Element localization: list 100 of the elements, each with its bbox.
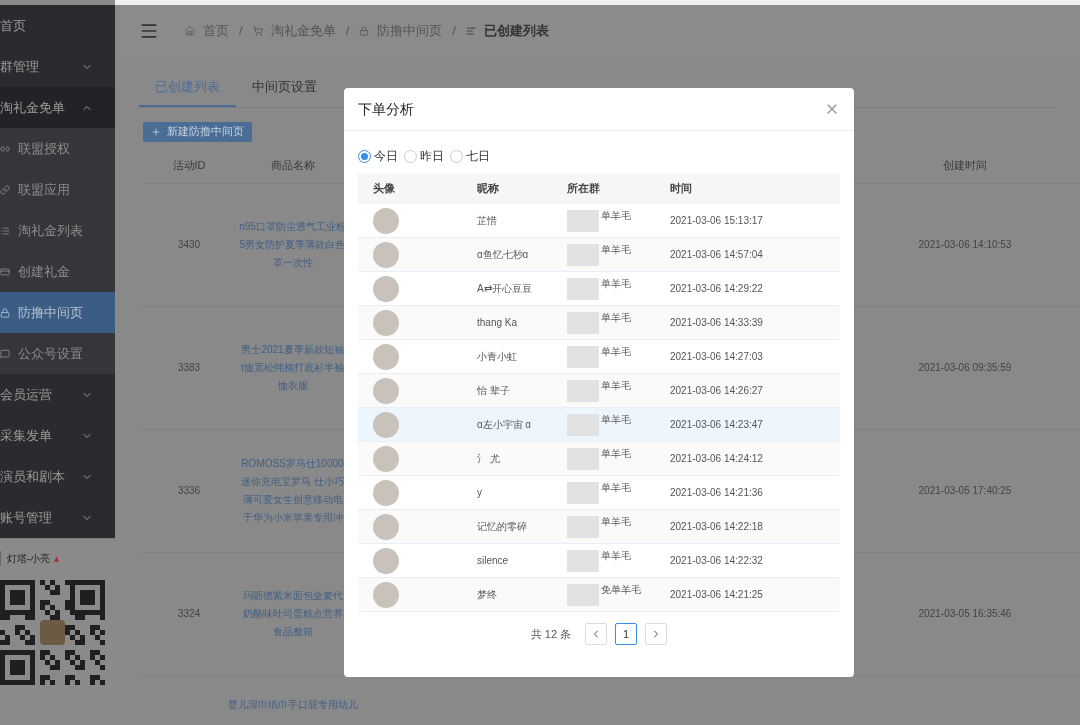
- breadcrumb-separator: /: [344, 22, 351, 41]
- menu-icon[interactable]: [139, 21, 159, 41]
- menu-item-icon: [0, 348, 10, 359]
- product-link[interactable]: ROMOSS罗马仕10000 迷你充电宝罗马 仕小巧 薄可爱女生创意移动电 于华为小米苹果专用冲: [241, 454, 344, 527]
- nickname-text: thang Ka: [477, 317, 518, 328]
- range-radio[interactable]: 七日: [450, 147, 490, 165]
- avatar-placeholder: [373, 377, 399, 404]
- blurred-text: [567, 447, 599, 470]
- dialog-title: 下单分析: [358, 99, 414, 119]
- avatar-placeholder: [373, 445, 399, 472]
- column-header: 昵称: [476, 181, 500, 197]
- blurred-text: [567, 549, 599, 572]
- avatar-placeholder: [373, 309, 399, 336]
- nickname-text: 氵 尤: [477, 453, 500, 464]
- group-name: 单羊毛: [601, 447, 631, 461]
- blurred-text: [567, 243, 599, 266]
- group-name: 单羊毛: [601, 549, 631, 563]
- nickname-text: 记忆的零碎: [477, 521, 527, 532]
- table-cell: 3324: [177, 608, 201, 619]
- product-link[interactable]: 玛呖德紫米面包全麦代 奶酪味吐司蛋糕点营养 食品整箱: [242, 586, 343, 641]
- table-cell: 3383: [177, 362, 201, 373]
- breadcrumb-icon: [252, 26, 263, 36]
- submenu-item[interactable]: 防撸中间页: [0, 292, 115, 333]
- avatar-placeholder: [373, 275, 399, 302]
- menu-item-icon: [0, 266, 10, 277]
- blurred-text: [567, 311, 599, 334]
- order-time: 2021-03-06 14:26:27: [670, 385, 763, 396]
- nickname-text: A⇄开心豆豆: [477, 283, 532, 294]
- table-cell: 3430: [177, 239, 201, 250]
- next-page-button[interactable]: [645, 623, 668, 645]
- table-cell: 2021-03-06 14:10:53: [918, 239, 1012, 250]
- column-header: 商品名称: [269, 157, 316, 173]
- contact-name: 灯塔-小亮: [7, 552, 51, 566]
- avatar-placeholder: [373, 513, 399, 540]
- nickname-text: 小青小虹: [477, 351, 517, 362]
- order-time: 2021-03-06 14:22:32: [670, 555, 763, 566]
- nickname-text: 梦终: [477, 589, 497, 600]
- product-link[interactable]: 男士2021夏季新款短袖 t恤宽松纯棉打底衫半袖 恤衣服: [241, 340, 344, 395]
- breadcrumb-icon: [185, 26, 195, 36]
- submenu-item[interactable]: 公众号设置: [0, 333, 115, 374]
- submenu-item[interactable]: 创建礼金: [0, 251, 115, 292]
- blurred-text: [567, 515, 599, 538]
- blurred-text: [567, 209, 599, 232]
- group-name: 单羊毛: [601, 379, 631, 393]
- order-time: 2021-03-06 15:13:17: [670, 215, 763, 226]
- blurred-text: [567, 481, 599, 504]
- avatar-placeholder: [373, 479, 399, 506]
- nickname-text: 怡 辈子: [477, 385, 510, 396]
- order-time: 2021-03-06 14:33:39: [670, 317, 763, 328]
- column-header: 创建时间: [942, 157, 988, 173]
- blurred-text: [567, 583, 599, 606]
- nickname-text: ɑ鱼忆七秒ɑ: [477, 249, 529, 260]
- order-time: 2021-03-06 14:21:25: [670, 589, 763, 600]
- blurred-text: [567, 413, 599, 436]
- avatar-placeholder: [373, 241, 399, 268]
- nickname-text: 芷惜: [477, 215, 497, 226]
- avatar-placeholder: [373, 343, 399, 370]
- page-number-button[interactable]: 1: [615, 623, 638, 645]
- submenu-item[interactable]: 淘礼金列表: [0, 210, 115, 251]
- product-link[interactable]: 婴儿湿巾纸巾手口屁专用幼儿: [227, 695, 358, 714]
- group-name: 单羊毛: [601, 311, 631, 325]
- column-header: 所在群: [567, 181, 601, 197]
- submenu-item[interactable]: 联盟授权: [0, 128, 115, 169]
- group-name: 单羊毛: [601, 481, 631, 495]
- flag-icon: [54, 555, 60, 562]
- table-cell: 2021-03-05 17:40:25: [918, 485, 1012, 496]
- order-time: 2021-03-06 14:22:18: [670, 521, 763, 532]
- column-header: 头像: [372, 181, 396, 197]
- group-name: 单羊毛: [601, 243, 631, 257]
- page-tab[interactable]: 中间页设置: [236, 77, 333, 107]
- avatar-placeholder: [373, 411, 399, 438]
- order-time: 2021-03-06 14:23:47: [670, 419, 763, 430]
- new-page-button[interactable]: 新建防撸中间页: [143, 121, 252, 142]
- order-time: 2021-03-06 14:29:22: [670, 283, 763, 294]
- breadcrumb-separator: /: [238, 22, 244, 41]
- table-cell: 2021-03-05 16:35:46: [918, 608, 1012, 619]
- menu-item-icon: [0, 307, 10, 318]
- group-name: 单羊毛: [601, 209, 631, 223]
- previous-page-button[interactable]: [585, 623, 608, 645]
- group-name: 单羊毛: [601, 345, 631, 359]
- column-header: 活动ID: [171, 157, 207, 173]
- column-header: 时间: [670, 181, 693, 197]
- order-time: 2021-03-06 14:27:03: [670, 351, 763, 362]
- sidebar-menu-item[interactable]: 淘礼金免单: [0, 87, 115, 128]
- order-time: 2021-03-06 14:57:04: [670, 249, 763, 260]
- group-name: 单羊毛: [601, 515, 631, 529]
- avatar-placeholder: [373, 581, 399, 608]
- submenu-item[interactable]: 联盟应用: [0, 169, 115, 210]
- table-cell: 2021-03-06 09:35:59: [918, 362, 1012, 373]
- nickname-text: y: [477, 487, 482, 498]
- blurred-text: [567, 379, 599, 402]
- group-name: 单羊毛: [601, 277, 631, 291]
- menu-item-icon: [0, 225, 10, 236]
- breadcrumb-icon: [465, 26, 476, 36]
- breadcrumb-separator: /: [451, 22, 457, 41]
- order-time: 2021-03-06 14:24:12: [670, 453, 763, 464]
- range-radio[interactable]: 今日: [358, 147, 398, 165]
- blurred-text: [567, 277, 599, 300]
- nickname-text: ɑ左小宇宙 ɑ: [477, 419, 531, 430]
- range-radio[interactable]: 昨日: [404, 147, 444, 165]
